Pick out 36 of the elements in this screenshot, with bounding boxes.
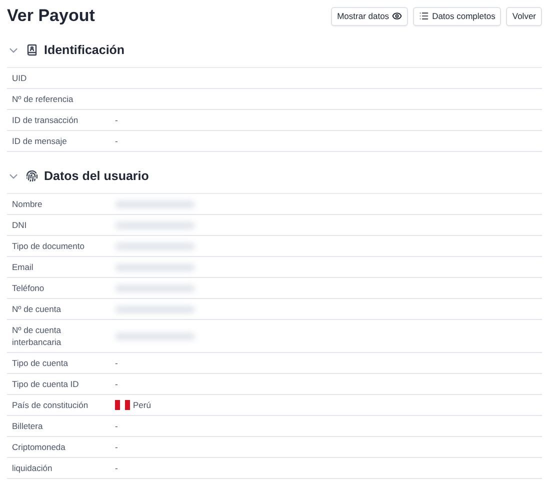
field-value: Perú: [133, 400, 151, 410]
field-label: Criptomoneda: [12, 441, 66, 454]
contact-book-icon: [26, 44, 38, 56]
field-label: Nº de cuenta: [12, 303, 62, 316]
field-label: Teléfono: [12, 282, 46, 295]
field-label: Nº de cuenta interbancaria: [12, 324, 62, 349]
flag-icon: [115, 400, 130, 410]
field-value: -: [115, 136, 119, 146]
eye-icon: [392, 11, 402, 21]
field-label: Billetera: [12, 420, 44, 433]
field-label: ID de mensaje: [12, 135, 68, 148]
toolbar-button[interactable]: Datos completos: [413, 6, 502, 26]
list-icon: [419, 11, 430, 21]
field-label: País de constitución: [12, 399, 90, 412]
field-label: Nº de referencia: [12, 93, 74, 106]
field-label: Nombre: [12, 198, 44, 211]
toolbar-button[interactable]: Mostrar datos: [331, 6, 408, 26]
field-value: -: [115, 379, 119, 389]
field-value: -: [115, 115, 119, 125]
field-value: -: [115, 442, 119, 452]
toolbar-button[interactable]: Volver: [506, 6, 542, 26]
page-title: Ver Payout: [7, 6, 95, 26]
section-title: Identificación: [44, 43, 125, 57]
fingerprint-icon: [26, 170, 38, 182]
field-label: UID: [12, 72, 28, 85]
field-value: -: [115, 463, 119, 473]
field-label: Tipo de cuenta ID: [12, 378, 80, 391]
field-label: ID de transacción: [12, 114, 80, 127]
field-label: Tipo de documento: [12, 240, 86, 253]
field-value: -: [115, 421, 119, 431]
section-title: Datos del usuario: [44, 169, 149, 183]
field-value: -: [115, 358, 119, 368]
field-label: Tipo de cuenta: [12, 357, 69, 370]
field-label: Email: [12, 261, 34, 274]
field-label: DNI: [12, 219, 28, 232]
field-label: liquidación: [12, 462, 54, 475]
